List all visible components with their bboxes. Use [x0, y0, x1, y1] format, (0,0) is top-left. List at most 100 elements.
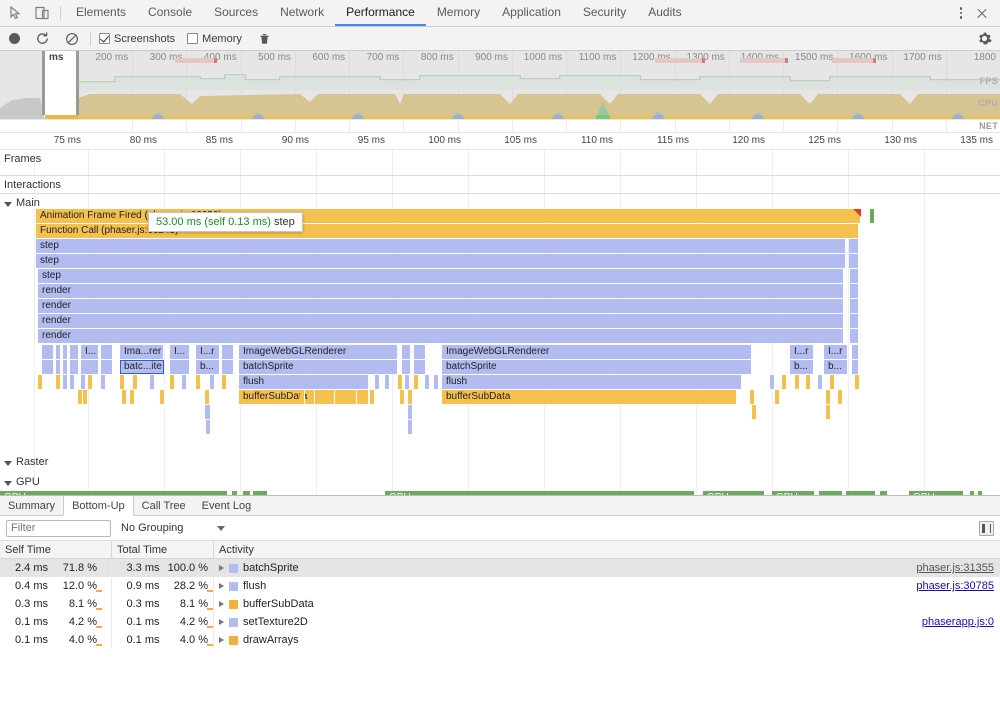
flame-bar-small[interactable] — [63, 375, 68, 389]
flame-bar[interactable]: I... — [81, 345, 99, 359]
screenshots-checkbox[interactable]: Screenshots — [99, 33, 175, 45]
trash-icon[interactable] — [258, 32, 271, 46]
flame-bar-small[interactable] — [210, 375, 215, 389]
flame-bar-small[interactable] — [196, 375, 201, 389]
tab-audits[interactable]: Audits — [637, 0, 692, 26]
flame-bar-small[interactable] — [850, 269, 859, 283]
flame-bar-small[interactable] — [63, 360, 68, 374]
table-row[interactable]: 0.1 ms4.0 %0.1 ms4.0 %drawArrays — [0, 631, 1000, 649]
flame-bar[interactable]: render — [38, 299, 844, 313]
column-total-time[interactable]: Total Time — [112, 541, 214, 558]
clear-icon[interactable] — [65, 32, 79, 46]
flame-bar-small[interactable] — [850, 299, 859, 313]
tab-security[interactable]: Security — [572, 0, 637, 26]
tab-sources[interactable]: Sources — [203, 0, 269, 26]
table-row[interactable]: 2.4 ms71.8 %3.3 ms100.0 %batchSpritephas… — [0, 559, 1000, 577]
flame-bar-small[interactable] — [408, 390, 413, 404]
flame-bar-small[interactable] — [850, 314, 859, 328]
flame-bar-small[interactable] — [782, 375, 787, 389]
source-link[interactable]: phaser.js:30785 — [916, 577, 994, 595]
flame-bar-small[interactable] — [405, 375, 410, 389]
flame-bar-small[interactable] — [375, 375, 380, 389]
flame-bar-small[interactable] — [206, 405, 211, 419]
flame-bar[interactable]: render — [38, 314, 844, 328]
flame-bar-small[interactable] — [400, 390, 405, 404]
flame-bar-small[interactable] — [130, 390, 135, 404]
grouping-select[interactable]: No Grouping — [121, 522, 225, 534]
flame-bar-small[interactable] — [101, 360, 113, 374]
flame-bar-small[interactable] — [870, 209, 875, 223]
table-row[interactable]: 0.1 ms4.2 %0.1 ms4.2 %setTexture2Dphaser… — [0, 613, 1000, 631]
flame-bar-small[interactable] — [63, 345, 68, 359]
inspect-cursor-icon[interactable] — [8, 5, 24, 21]
table-row[interactable]: 0.3 ms8.1 %0.3 ms8.1 %bufferSubData — [0, 595, 1000, 613]
flame-bar-small[interactable] — [206, 420, 211, 434]
flame-bar-small[interactable] — [425, 375, 430, 389]
tab-elements[interactable]: Elements — [65, 0, 137, 26]
flame-bar[interactable]: I...r — [824, 345, 848, 359]
column-activity[interactable]: Activity — [214, 541, 1000, 558]
flame-bar[interactable]: flush — [442, 375, 742, 389]
flame-bar[interactable]: step — [38, 269, 844, 283]
flame-bar[interactable]: I...r — [196, 345, 220, 359]
group-raster[interactable]: Raster — [0, 453, 48, 471]
flame-bar-small[interactable] — [826, 405, 831, 419]
expand-triangle-icon[interactable] — [219, 601, 224, 607]
flame-bar-small[interactable] — [770, 375, 775, 389]
flame-bar-small[interactable] — [81, 375, 86, 389]
flame-bar-small[interactable] — [830, 375, 835, 389]
flame-bar-small[interactable] — [838, 390, 843, 404]
flame-bar-small[interactable] — [70, 375, 75, 389]
tab-call-tree[interactable]: Call Tree — [134, 496, 194, 515]
flame-bar[interactable]: Ima...rer — [120, 345, 164, 359]
flame-bar-small[interactable] — [170, 375, 175, 389]
flame-bar-small[interactable] — [806, 375, 811, 389]
reload-record-icon[interactable] — [35, 31, 50, 46]
flame-bar-small[interactable] — [414, 360, 426, 374]
group-interactions[interactable]: Interactions — [0, 176, 61, 194]
tab-console[interactable]: Console — [137, 0, 203, 26]
flame-bar-small[interactable] — [850, 284, 859, 298]
flame-bar-small[interactable] — [101, 345, 113, 359]
flame-bar-small[interactable] — [850, 329, 859, 343]
flame-bar[interactable]: batc...ite — [120, 360, 164, 374]
flame-bar-small[interactable] — [42, 345, 54, 359]
flame-bar-small[interactable] — [150, 375, 155, 389]
flame-bar-small[interactable] — [222, 375, 227, 389]
flame-bar-small[interactable] — [120, 375, 125, 389]
tab-summary[interactable]: Summary — [0, 496, 63, 515]
flame-bar[interactable]: flush — [239, 375, 369, 389]
flame-bar-small[interactable] — [42, 360, 54, 374]
flame-bar-small[interactable] — [818, 375, 823, 389]
flame-bar-small[interactable] — [852, 345, 859, 359]
flame-bar-small[interactable] — [70, 360, 79, 374]
flame-bar[interactable]: step — [36, 254, 846, 268]
source-link[interactable]: phaser.js:31355 — [916, 559, 994, 577]
memory-checkbox[interactable]: Memory — [187, 33, 242, 45]
flame-bar-small[interactable] — [81, 360, 99, 374]
tab-memory[interactable]: Memory — [426, 0, 491, 26]
flame-bar-small[interactable] — [855, 375, 860, 389]
flame-bar-small[interactable] — [752, 405, 757, 419]
flame-bar-small[interactable] — [849, 254, 859, 268]
flame-bar-small[interactable] — [826, 390, 831, 404]
flame-bar-small[interactable] — [310, 390, 315, 404]
flame-bar-small[interactable] — [38, 375, 43, 389]
device-toolbar-icon[interactable] — [34, 5, 50, 21]
overview-selection-window[interactable]: ms — [42, 51, 79, 115]
source-link[interactable]: phaserapp.js:0 — [922, 613, 994, 631]
flame-bar-small[interactable] — [414, 375, 419, 389]
flame-bar-small[interactable] — [88, 375, 93, 389]
gear-icon[interactable] — [977, 31, 992, 46]
flame-bar-small[interactable] — [300, 390, 305, 404]
flame-bar-small[interactable] — [56, 345, 61, 359]
flame-bar-small[interactable] — [852, 360, 859, 374]
flame-bar-small[interactable] — [775, 390, 780, 404]
timeline-overview[interactable]: 100 ms200 ms300 ms400 ms500 ms600 ms700 … — [0, 51, 1000, 133]
flame-bar-small[interactable] — [434, 375, 439, 389]
flame-bar-small[interactable] — [133, 375, 138, 389]
flame-bar-small[interactable] — [408, 405, 413, 419]
column-self-time[interactable]: Self Time — [0, 541, 112, 558]
tab-bottom-up[interactable]: Bottom-Up — [63, 496, 134, 516]
expand-triangle-icon[interactable] — [219, 619, 224, 625]
